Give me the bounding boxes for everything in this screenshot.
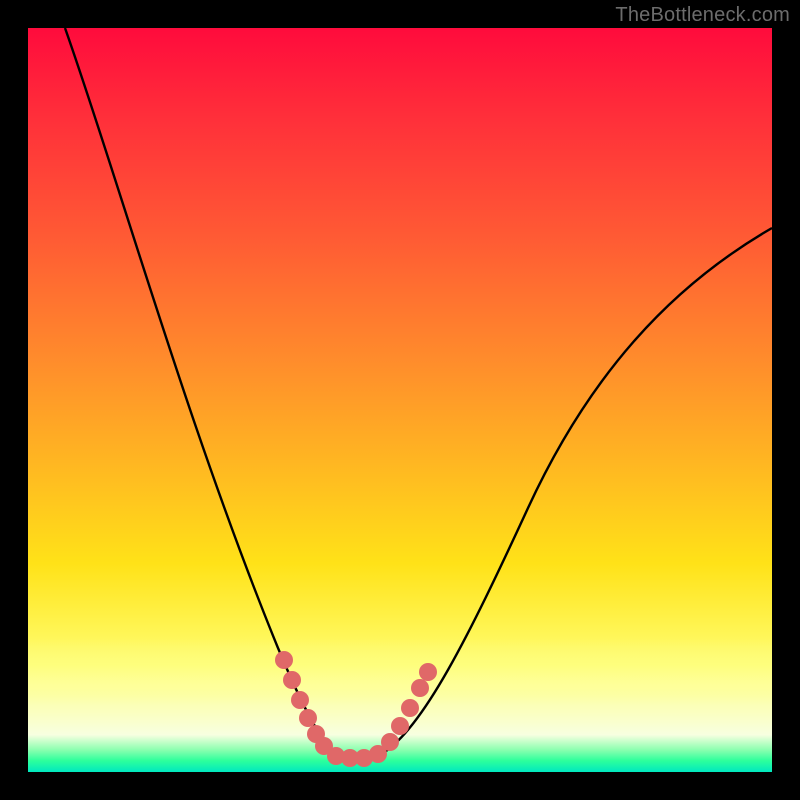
curve-layer: [28, 28, 772, 772]
watermark-text: TheBottleneck.com: [615, 4, 790, 27]
bottleneck-curve: [65, 28, 772, 760]
chart-frame: TheBottleneck.com: [0, 0, 800, 800]
highlighted-range: [275, 651, 437, 767]
plot-area: [28, 28, 772, 772]
